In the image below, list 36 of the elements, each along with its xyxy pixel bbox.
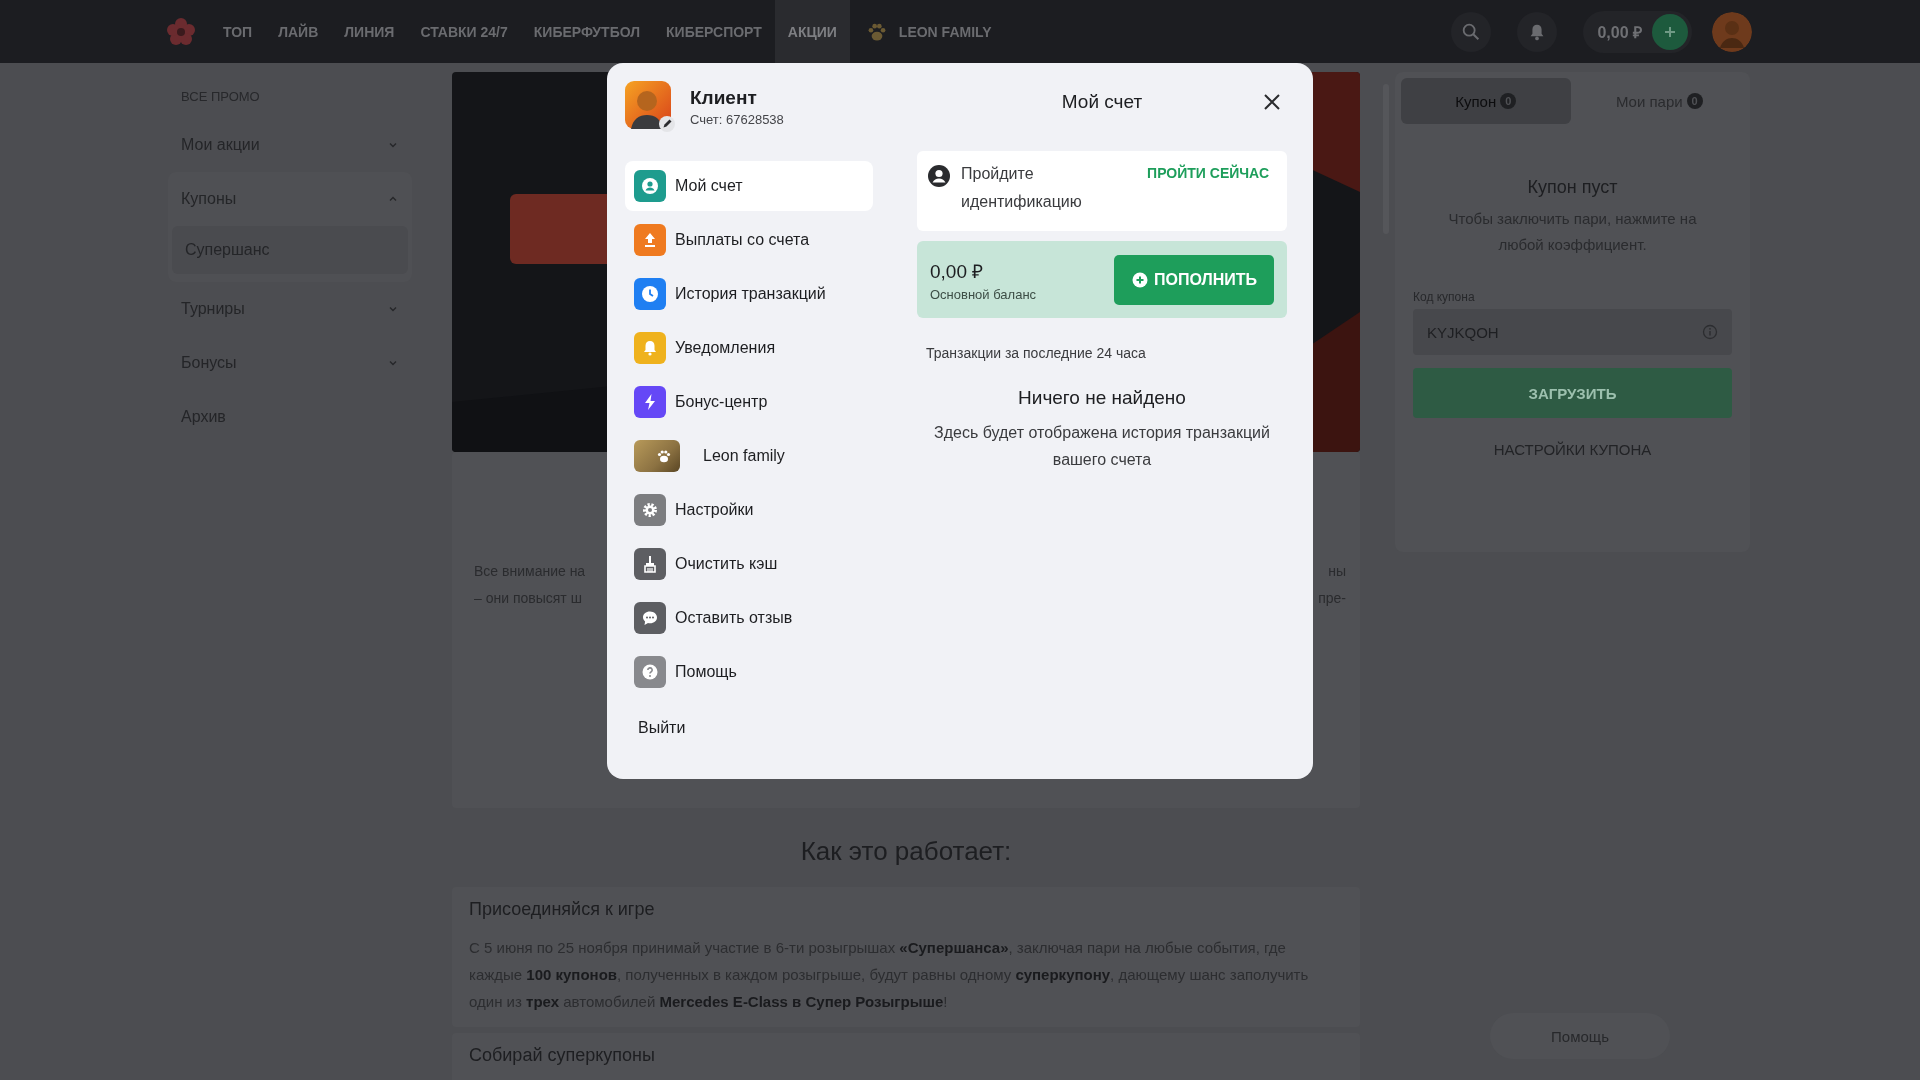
menu-item[interactable]: Бонус-центр [625, 377, 873, 427]
menu-item[interactable]: Помощь [625, 647, 873, 697]
plus-icon [1131, 271, 1148, 288]
menu-item[interactable]: Уведомления [625, 323, 873, 373]
logo-icon[interactable] [166, 16, 196, 47]
menu-item[interactable]: История транзакций [625, 269, 873, 319]
person-icon [927, 164, 951, 188]
nav-tab[interactable]: ЛАЙВ [265, 0, 332, 63]
nav-tab[interactable]: СТАВКИ 24/7 [407, 0, 521, 63]
menu-item[interactable]: Выплаты со счета [625, 215, 873, 265]
avatar[interactable] [625, 81, 677, 133]
verify-now-link[interactable]: ПРОЙТИ СЕЙЧАС [1147, 165, 1269, 181]
balance-button[interactable]: 0,00 ₽ [1583, 10, 1692, 53]
nav-tab[interactable]: АКЦИИ [774, 0, 850, 63]
account-number: Счет: 67628538 [690, 112, 784, 127]
nav-tab[interactable]: ЛИНИЯ [331, 0, 408, 63]
nav-tab[interactable]: LEON FAMILY [849, 0, 1005, 63]
menu-item[interactable]: Очистить кэш [625, 539, 873, 589]
menu-item[interactable]: Мой счет [625, 161, 873, 211]
nav-tab[interactable]: КИБЕРФУТБОЛ [520, 0, 654, 63]
logout-button[interactable]: Выйти [625, 711, 699, 745]
empty-title: Ничего не найдено [1017, 387, 1187, 409]
transactions-heading: Транзакции за последние 24 часа [926, 345, 1147, 361]
nav-tab[interactable]: КИБЕРСПОРТ [653, 0, 775, 63]
menu-item[interactable]: Leon family [625, 431, 873, 481]
top-up-button[interactable]: ПОПОЛНИТЬ [1113, 254, 1274, 305]
user-name: Клиент [690, 87, 758, 109]
balance-amount: 0,00 ₽ [930, 259, 985, 284]
identification-text: Пройдите идентификацию [961, 164, 1083, 212]
menu-item[interactable]: Настройки [625, 485, 873, 535]
nav-tab[interactable]: ТОП [210, 0, 266, 63]
plus-icon [1663, 24, 1677, 39]
balance-label: Основной баланс [930, 286, 1037, 302]
dialog-title: Мой счет [1060, 91, 1144, 113]
menu-item[interactable]: Оставить отзыв [625, 593, 873, 643]
empty-text: Здесь будет отображена история транзакций вашего счета [933, 423, 1271, 470]
